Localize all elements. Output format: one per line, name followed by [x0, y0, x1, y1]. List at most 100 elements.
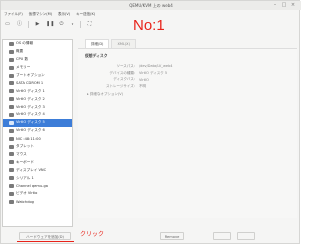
sidebar-item-label: Watchdog: [16, 199, 34, 204]
sidebar-item[interactable]: NIC :48:11:00: [3, 135, 72, 143]
disk-icon: [9, 105, 14, 110]
sidebar-item-label: Channel qemu-ga: [16, 183, 48, 188]
detail-key: ソースパス:: [116, 63, 135, 68]
channel-icon: [9, 183, 14, 188]
sidebar-item-label: ビデオ Virtio: [16, 191, 38, 196]
sidebar-item[interactable]: VirtIO ディスク 1: [3, 87, 72, 95]
sidebar-item-label: SATA CDROM 1: [16, 81, 44, 86]
sidebar-item-label: キーボード: [16, 159, 34, 164]
annotation-underline: [17, 241, 74, 242]
remove-button[interactable]: Remove: [160, 232, 184, 240]
disk-icon: [9, 112, 14, 117]
chevron-down-icon[interactable]: ▾: [70, 21, 75, 28]
detail-key: ディスクバス:: [113, 77, 135, 82]
detail-row: ソースパス: /dev/Data/LV_web4: [85, 63, 297, 70]
disk-icon: [9, 128, 14, 133]
disk-icon: [9, 89, 14, 94]
menu-view[interactable]: 表示(V): [55, 10, 73, 18]
tab-details[interactable]: 詳細(D): [85, 39, 110, 48]
detail-value: /dev/Data/LV_web4: [139, 64, 173, 69]
detail-key: デバイスの種類:: [109, 70, 135, 75]
sidebar-item-label: マウス: [16, 151, 27, 156]
window-title: QEMU/KVM 上の web4: [1, 1, 301, 10]
toolbar-separator: [80, 20, 81, 28]
sidebar-item[interactable]: 概要: [3, 48, 72, 56]
menu-sendkey[interactable]: キー送信(K): [73, 10, 98, 18]
sidebar-item[interactable]: Watchdog: [3, 198, 72, 206]
sidebar-item[interactable]: マウス: [3, 150, 72, 158]
sidebar-item-label: VirtIO ディスク 3: [16, 104, 45, 109]
monitor-icon[interactable]: ▭: [4, 21, 11, 28]
sidebar-item[interactable]: ブートオプション: [3, 72, 72, 80]
sidebar-item-label: VirtIO ディスク 5: [16, 120, 45, 125]
detail-key: ストレージサイズ:: [105, 84, 135, 89]
sidebar-item[interactable]: シリアル 1: [3, 174, 72, 182]
advanced-options-expander[interactable]: ▸ 詳細なオプション(V): [87, 92, 297, 97]
sidebar-item-label: タブレット: [16, 144, 34, 149]
detail-row: デバイスの種類: VirtIO ディスク 5: [85, 70, 297, 77]
window-controls: – □ ×: [272, 2, 296, 8]
serial-icon: [9, 176, 14, 181]
tablet-icon: [9, 144, 14, 149]
cpu-icon: [9, 57, 14, 62]
sidebar-item[interactable]: VirtIO ディスク 2: [3, 95, 72, 103]
sidebar-item[interactable]: SATA CDROM 1: [3, 79, 72, 87]
detail-row: ディスクバス: VirtIO: [85, 77, 297, 84]
watchdog-icon: [9, 199, 14, 204]
detail-value: VirtIO ディスク 5: [139, 70, 168, 75]
sidebar-item[interactable]: VirtIO ディスク 3: [3, 103, 72, 111]
sidebar-item-label: VirtIO ディスク 4: [16, 112, 45, 117]
apply-button[interactable]: [237, 232, 255, 240]
tab-xml[interactable]: XML(X): [111, 39, 136, 48]
maximize-icon[interactable]: □: [281, 2, 287, 8]
details-pane: 詳細(D) XML(X) 仮想ディスク ソースパス: /dev/Data/LV_…: [78, 39, 297, 227]
sidebar-item-label: メモリー: [16, 65, 31, 70]
nic-icon: [9, 136, 14, 141]
boot-icon: [9, 73, 14, 78]
section-title: 仮想ディスク: [85, 53, 108, 58]
keyboard-icon: [9, 160, 14, 165]
sidebar-item[interactable]: VirtIO ディスク 6: [3, 127, 72, 135]
sidebar-item[interactable]: Channel qemu-ga: [3, 182, 72, 190]
play-icon[interactable]: ▶: [34, 21, 41, 28]
sidebar-item-label: シリアル 1: [16, 175, 34, 180]
sidebar-item[interactable]: タブレット: [3, 143, 72, 151]
overview-icon: [9, 49, 14, 54]
sidebar-item-label: OS の情報: [16, 41, 34, 46]
cdrom-icon: [9, 81, 14, 86]
sidebar-item[interactable]: OS の情報: [3, 40, 72, 48]
pause-icon[interactable]: ❚❚: [46, 21, 54, 28]
annotation-number: No:1: [133, 17, 165, 34]
sidebar-item-label: VirtIO ディスク 6: [16, 128, 45, 133]
memory-icon: [9, 65, 14, 70]
sidebar-item-label: VirtIO ディスク 2: [16, 96, 45, 101]
annotation-click: クリック: [80, 231, 105, 238]
add-hardware-button[interactable]: ハードウェアを追加(D): [19, 232, 71, 240]
tab-bar: 詳細(D) XML(X): [78, 39, 297, 48]
sidebar-item[interactable]: ビデオ Virtio: [3, 190, 72, 198]
menu-vm[interactable]: 仮想マシン(M): [26, 10, 55, 18]
menu-file[interactable]: ファイル(F): [1, 10, 26, 18]
sidebar-item[interactable]: CPU 数: [3, 56, 72, 64]
sidebar-item-label: VirtIO ディスク 1: [16, 88, 45, 93]
power-icon[interactable]: ⏻: [58, 21, 65, 28]
disk-details-panel: 仮想ディスク ソースパス: /dev/Data/LV_web4 デバイスの種類:…: [78, 48, 297, 218]
video-icon: [9, 191, 14, 196]
minimize-icon[interactable]: –: [272, 2, 278, 8]
cancel-button[interactable]: [213, 232, 231, 240]
sidebar-item[interactable]: メモリー: [3, 64, 72, 72]
mouse-icon: [9, 152, 14, 157]
fullscreen-icon[interactable]: ⛶: [86, 21, 93, 28]
sidebar-item-label: ブートオプション: [16, 73, 45, 77]
close-icon[interactable]: ×: [290, 2, 296, 8]
sidebar-item[interactable]: ディスプレイ VNC: [3, 166, 72, 174]
button-bar: ハードウェアを追加(D) クリック Remove: [1, 227, 301, 245]
sidebar-item[interactable]: VirtIO ディスク 5: [3, 118, 72, 127]
detail-value: 不明: [139, 84, 146, 89]
detail-row: ストレージサイズ: 不明: [85, 83, 297, 90]
disk-icon: [9, 120, 14, 125]
detail-value: VirtIO: [139, 77, 149, 82]
sidebar-item[interactable]: VirtIO ディスク 4: [3, 111, 72, 119]
info-icon[interactable]: ⓘ: [16, 21, 23, 28]
sidebar-item[interactable]: キーボード: [3, 158, 72, 166]
